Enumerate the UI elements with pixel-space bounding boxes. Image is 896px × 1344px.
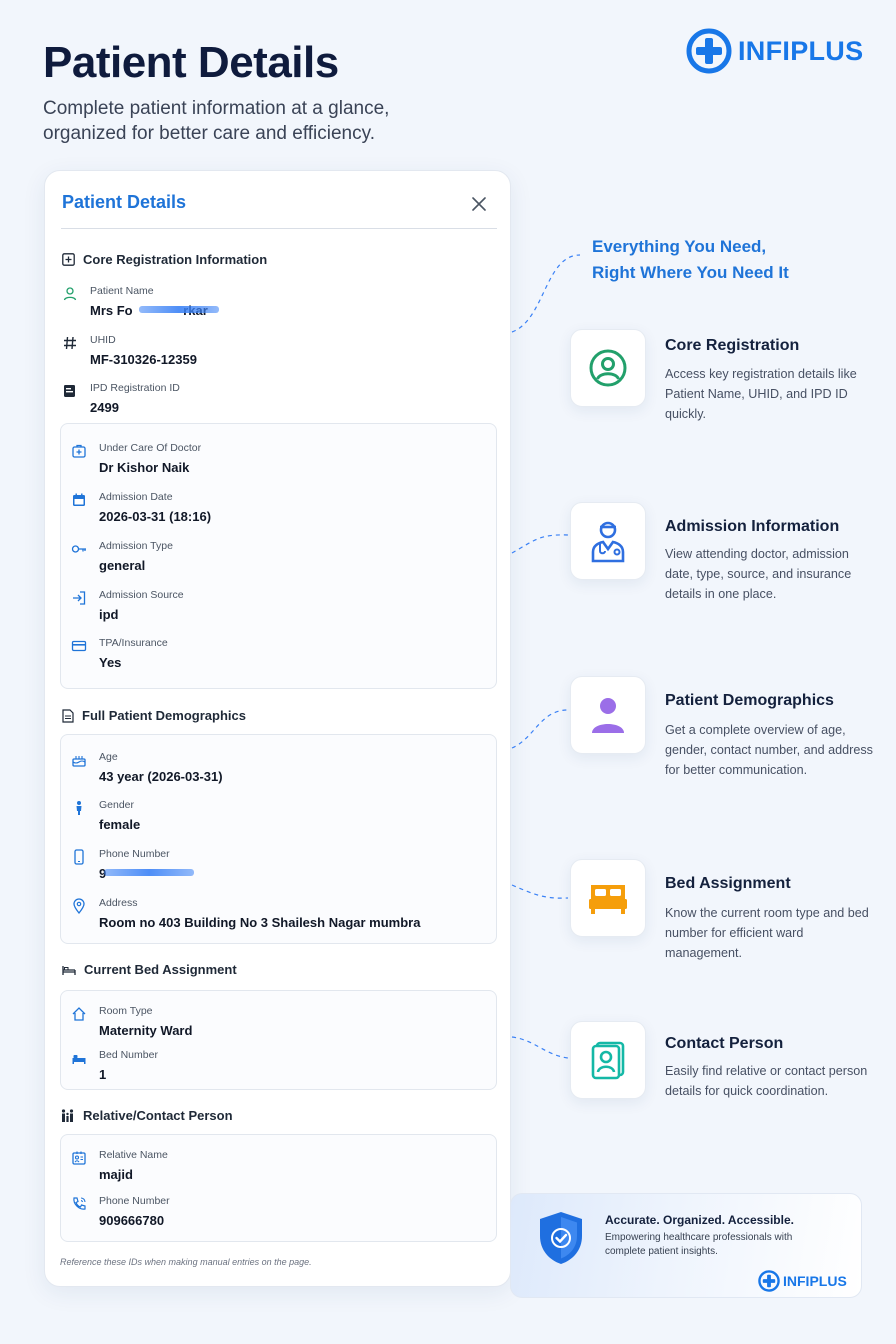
tagline: Everything You Need, Right Where You Nee… (592, 234, 789, 286)
user-circle-icon (589, 349, 627, 387)
feature-icon-tile (570, 329, 646, 407)
tagline-line-1: Everything You Need, (592, 237, 767, 256)
contact-card-icon (591, 1041, 625, 1080)
feature-title: Patient Demographics (665, 692, 834, 709)
promo-brand-logo: INFIPLUS (758, 1270, 847, 1292)
promo-banner: Accurate. Organized. Accessible. Empower… (510, 1193, 862, 1298)
feature-title: Core Registration (665, 337, 800, 354)
bed-icon (589, 885, 627, 914)
feature-description: Access key registration details like Pat… (665, 367, 857, 421)
feature-icon-tile (570, 676, 646, 754)
feature-description: Easily find relative or contact person d… (665, 1064, 868, 1098)
feature-description: Know the current room type and bed numbe… (665, 906, 869, 960)
feature-title: Admission Information (665, 518, 840, 535)
person-icon (592, 698, 624, 733)
promo-description: Empowering healthcare professionals with… (605, 1232, 793, 1257)
feature-icon-tile (570, 859, 646, 937)
promo-brand-name: INFIPLUS (783, 1273, 847, 1289)
feature-title: Bed Assignment (665, 875, 791, 892)
feature-description: View attending doctor, admission date, t… (665, 547, 852, 601)
feature-icon-tile (570, 1021, 646, 1099)
shield-check-icon (540, 1212, 582, 1264)
doctor-icon (591, 521, 625, 563)
feature-description: Get a complete overview of age, gender, … (665, 723, 873, 777)
plus-logo-icon (758, 1270, 780, 1292)
feature-title: Contact Person (665, 1035, 784, 1052)
promo-title: Accurate. Organized. Accessible. (605, 1213, 794, 1227)
tagline-line-2: Right Where You Need It (592, 263, 789, 282)
connector-lines (511, 254, 581, 1059)
feature-icon-tile (570, 502, 646, 580)
